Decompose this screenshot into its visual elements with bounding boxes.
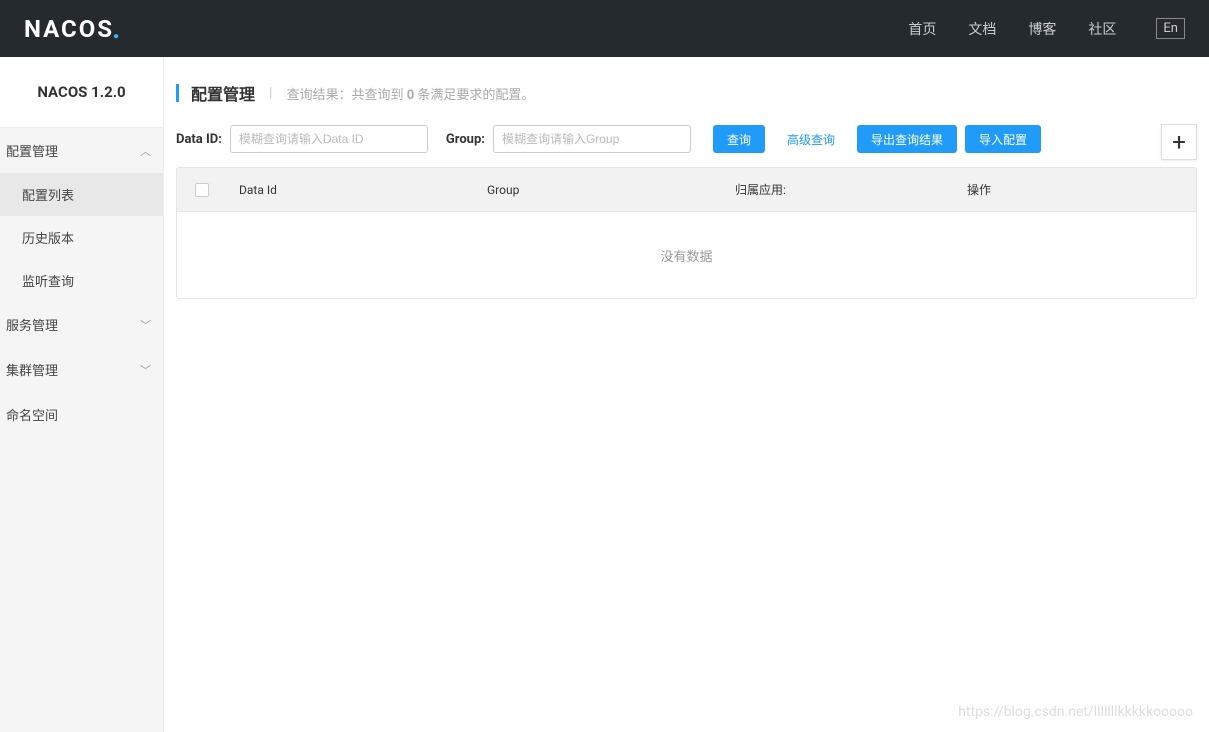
table-header-row: Data Id Group 归属应用: 操作 (177, 168, 1196, 212)
summary-suffix: 条满足要求的配置。 (417, 88, 534, 103)
nav-community[interactable]: 社区 (1088, 19, 1116, 39)
column-app: 归属应用: (723, 181, 955, 198)
table-body: 没有数据 (177, 212, 1196, 298)
import-button[interactable]: 导入配置 (965, 125, 1041, 153)
dataid-label: Data ID: (176, 132, 222, 147)
export-button[interactable]: 导出查询结果 (857, 125, 957, 153)
plus-icon: + (1172, 128, 1186, 156)
chevron-down-icon: ﹀ (140, 362, 151, 378)
sidebar-version: NACOS 1.2.0 (0, 57, 163, 128)
query-summary: 查询结果：共查询到 0 条满足要求的配置。 (286, 84, 534, 103)
summary-prefix: 查询结果：共查询到 (286, 88, 403, 103)
sidebar-group-service-label: 服务管理 (6, 315, 58, 334)
advanced-query-button[interactable]: 高级查询 (773, 125, 849, 153)
column-group: Group (475, 183, 723, 197)
add-config-button[interactable]: + (1161, 124, 1197, 160)
sidebar-group-cluster-label: 集群管理 (6, 360, 58, 379)
main-content: 配置管理 | 查询结果：共查询到 0 条满足要求的配置。 Data ID: Gr… (164, 57, 1209, 732)
title-divider: | (269, 85, 272, 101)
sidebar: NACOS 1.2.0 配置管理 ︿ 配置列表 历史版本 监听查询 服务管理 ﹀… (0, 57, 164, 732)
top-nav: 首页 文档 博客 社区 En (908, 18, 1185, 39)
nav-home[interactable]: 首页 (908, 19, 936, 39)
page-header: 配置管理 | 查询结果：共查询到 0 条满足要求的配置。 (176, 69, 1197, 125)
column-dataid: Data Id (227, 183, 475, 197)
title-accent-bar (176, 84, 179, 102)
nav-docs[interactable]: 文档 (968, 19, 996, 39)
top-header: NACOS. 首页 文档 博客 社区 En (0, 0, 1209, 57)
sidebar-group-service[interactable]: 服务管理 ﹀ (0, 302, 163, 347)
empty-state-text: 没有数据 (660, 246, 712, 265)
logo-dot: . (112, 12, 122, 45)
summary-count: 0 (407, 88, 414, 103)
group-input[interactable] (493, 125, 691, 153)
select-all-cell (177, 183, 227, 197)
column-ops: 操作 (955, 181, 1196, 198)
app-body: NACOS 1.2.0 配置管理 ︿ 配置列表 历史版本 监听查询 服务管理 ﹀… (0, 57, 1209, 732)
chevron-up-icon: ︿ (140, 143, 151, 159)
lang-toggle[interactable]: En (1156, 18, 1185, 39)
dataid-input[interactable] (230, 125, 428, 153)
page-title: 配置管理 (191, 81, 255, 105)
select-all-checkbox[interactable] (195, 183, 209, 197)
sidebar-item-listen-query[interactable]: 监听查询 (0, 259, 163, 302)
filter-row: Data ID: Group: 查询 高级查询 导出查询结果 导入配置 (176, 125, 1197, 167)
sidebar-item-history[interactable]: 历史版本 (0, 216, 163, 259)
sidebar-group-config[interactable]: 配置管理 ︿ (0, 128, 163, 173)
logo: NACOS. (24, 12, 122, 45)
nav-blog[interactable]: 博客 (1028, 19, 1056, 39)
group-label: Group: (446, 132, 485, 147)
sidebar-item-config-list[interactable]: 配置列表 (0, 173, 163, 216)
query-button[interactable]: 查询 (713, 125, 765, 153)
sidebar-group-namespace[interactable]: 命名空间 (0, 392, 163, 437)
sidebar-group-cluster[interactable]: 集群管理 ﹀ (0, 347, 163, 392)
logo-text: NACOS (24, 15, 114, 43)
chevron-down-icon: ﹀ (140, 317, 151, 333)
sidebar-group-namespace-label: 命名空间 (6, 405, 58, 424)
sidebar-group-config-label: 配置管理 (6, 141, 58, 160)
config-table: Data Id Group 归属应用: 操作 没有数据 (176, 167, 1197, 299)
